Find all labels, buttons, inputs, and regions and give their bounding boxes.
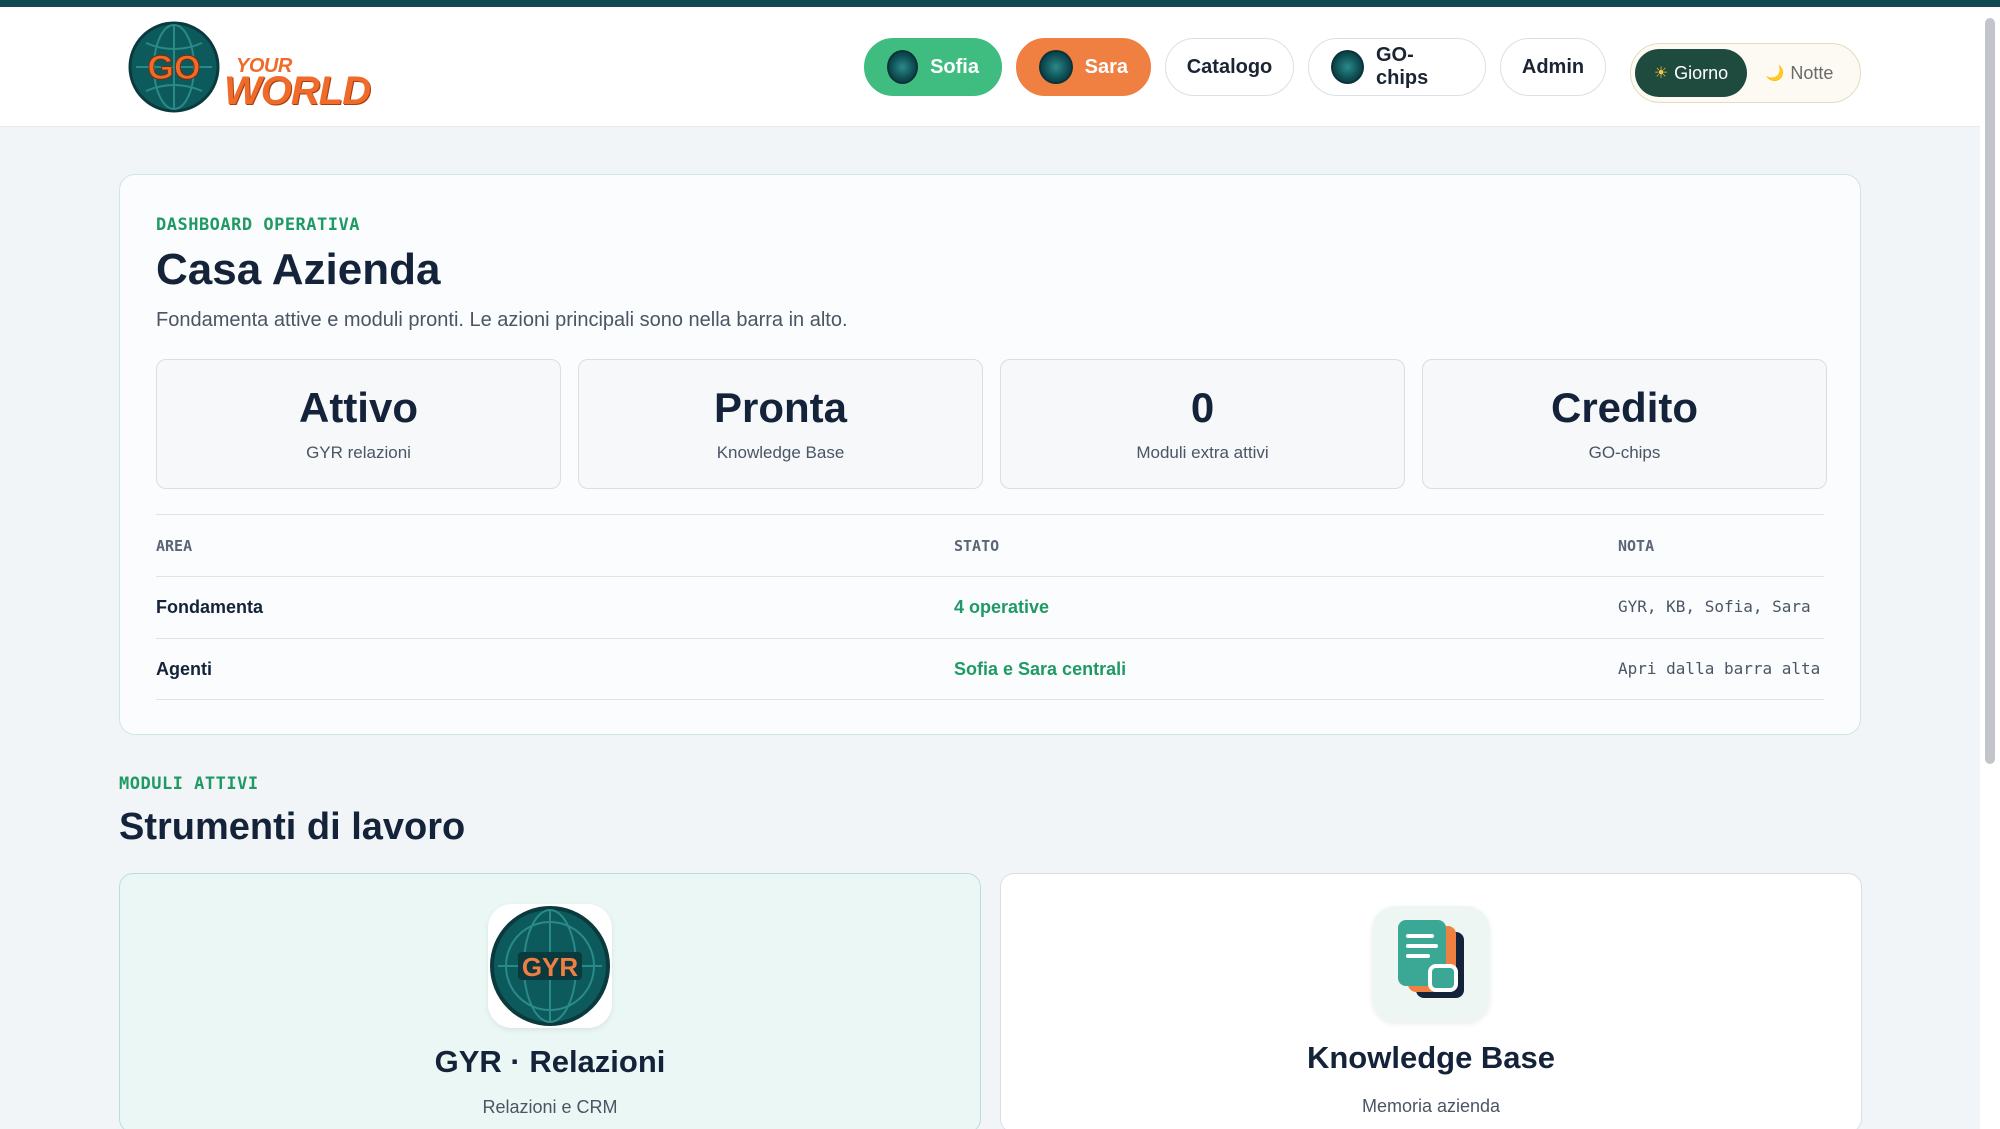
sara-avatar-icon	[1039, 50, 1073, 84]
page-title: Casa Azienda	[156, 245, 441, 294]
svg-text:GYR: GYR	[522, 952, 579, 982]
stat-card-go-chips: Credito GO-chips	[1422, 359, 1827, 489]
gyr-globe-icon: GYR	[488, 904, 612, 1028]
scrollbar-thumb[interactable]	[1985, 18, 1995, 764]
top-bar: GO YOUR WORLD Sofia Sara Catalogo GO-chi…	[0, 7, 1980, 127]
cell-nota: Apri dalla barra alta	[1618, 659, 1821, 678]
nav-admin-button[interactable]: Admin	[1500, 38, 1606, 96]
modules-section-title: Strumenti di lavoro	[119, 806, 466, 848]
theme-night-label: Notte	[1790, 62, 1834, 83]
stat-value: Attivo	[299, 383, 418, 431]
top-accent-line	[0, 0, 2000, 7]
module-description: Memoria azienda	[1361, 1096, 1501, 1116]
stat-card-kb: Pronta Knowledge Base	[578, 359, 983, 489]
nav-go-chips-button[interactable]: GO-chips	[1308, 38, 1486, 96]
module-card-knowledge-base[interactable]: Knowledge Base Memoria azienda	[1000, 873, 1862, 1129]
your-world-logo[interactable]: GO YOUR WORLD	[128, 21, 378, 121]
theme-night-button[interactable]: 🌙 Notte	[1747, 49, 1852, 97]
column-header-stato: STATO	[954, 537, 1000, 555]
globe-logo-icon: GO	[128, 21, 220, 113]
nav-catalogo-label: Catalogo	[1186, 55, 1273, 78]
moon-icon: 🌙	[1765, 65, 1785, 82]
stat-card-gyr: Attivo GYR relazioni	[156, 359, 561, 489]
cell-nota: GYR, KB, Sofia, Sara	[1618, 597, 1811, 616]
stat-label: Moduli extra attivi	[1136, 443, 1269, 463]
column-header-nota: NOTA	[1618, 537, 1655, 555]
svg-text:GO: GO	[148, 49, 201, 87]
status-table: AREA STATO NOTA Fondamenta 4 operative G…	[156, 514, 1824, 700]
module-name: GYR · Relazioni	[434, 1044, 666, 1079]
stat-label: Knowledge Base	[716, 443, 845, 463]
table-header-row: AREA STATO NOTA	[156, 514, 1824, 576]
dashboard-card: DASHBOARD OPERATIVA Casa Azienda Fondame…	[119, 174, 1861, 735]
nav-sara-label: Sara	[1084, 55, 1128, 78]
sun-icon: ☀	[1653, 65, 1669, 82]
stat-card-extra-modules: 0 Moduli extra attivi	[1000, 359, 1405, 489]
nav-go-chips-label: GO-chips	[1376, 44, 1429, 89]
cell-stato: Sofia e Sara centrali	[954, 659, 1127, 679]
theme-day-label: Giorno	[1674, 62, 1729, 83]
logo-text-world: WORLD	[224, 69, 371, 113]
module-card-gyr[interactable]: GYR GYR · Relazioni Relazioni e CRM	[119, 873, 981, 1129]
table-row: Agenti Sofia e Sara centrali Apri dalla …	[156, 638, 1824, 700]
theme-toggle: ☀ Giorno 🌙 Notte	[1630, 43, 1861, 103]
knowledge-base-icon	[1372, 906, 1490, 1022]
nav-sara-button[interactable]: Sara	[1016, 38, 1151, 96]
top-nav: Sofia Sara Catalogo GO-chips Admin	[864, 38, 1606, 96]
stat-label: GO-chips	[1588, 443, 1661, 463]
sofia-avatar-icon	[887, 50, 919, 84]
stat-label: GYR relazioni	[306, 443, 411, 463]
stats-row: Attivo GYR relazioni Pronta Knowledge Ba…	[156, 359, 1827, 489]
theme-day-button[interactable]: ☀ Giorno	[1635, 49, 1747, 97]
modules-eyebrow: MODULI ATTIVI	[119, 774, 259, 794]
cell-stato: 4 operative	[954, 597, 1050, 617]
go-chips-icon	[1331, 50, 1364, 84]
stat-value: Credito	[1551, 383, 1698, 431]
nav-admin-label: Admin	[1521, 55, 1585, 78]
cell-area: Fondamenta	[156, 597, 264, 617]
nav-sofia-button[interactable]: Sofia	[864, 38, 1002, 96]
page-subtitle: Fondamenta attive e moduli pronti. Le az…	[156, 309, 848, 331]
stat-value: 0	[1190, 383, 1215, 431]
nav-catalogo-button[interactable]: Catalogo	[1165, 38, 1294, 96]
nav-sofia-label: Sofia	[930, 55, 979, 78]
stat-value: Pronta	[713, 383, 847, 431]
dashboard-eyebrow: DASHBOARD OPERATIVA	[156, 215, 360, 235]
module-description: Relazioni e CRM	[482, 1097, 618, 1117]
table-row: Fondamenta 4 operative GYR, KB, Sofia, S…	[156, 576, 1824, 638]
column-header-area: AREA	[156, 537, 193, 555]
cell-area: Agenti	[156, 659, 212, 679]
module-name: Knowledge Base	[1306, 1040, 1556, 1075]
